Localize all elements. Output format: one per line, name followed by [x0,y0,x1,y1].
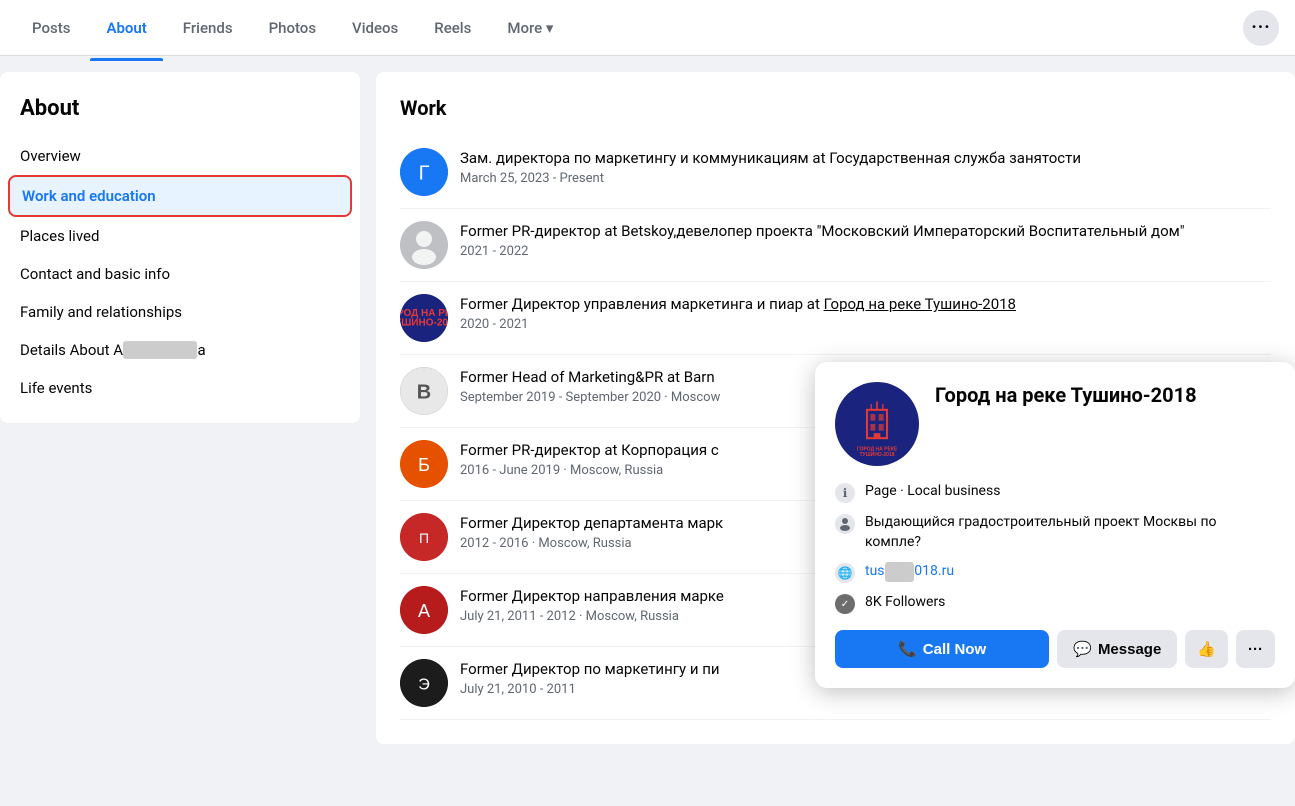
nav-more-options-button[interactable]: ··· [1243,10,1279,46]
work-avatar-7: А [400,586,448,634]
popup-org-info: Город на реке Тушино-2018 [935,382,1197,408]
nav-item-more[interactable]: More ▾ [491,11,569,45]
work-avatar-8: Э [400,659,448,707]
work-info-3: Former Директор управления маркетинга и … [460,294,1271,332]
work-avatar-4: B [400,367,448,415]
svg-text:Г: Г [419,163,430,185]
popup-description-text: Выдающийся градостроительный проект Моск… [865,513,1275,552]
popup-org-name: Город на реке Тушино-2018 [935,382,1197,408]
work-avatar-1: Г [400,148,448,196]
svg-text:B: B [417,382,431,404]
person-icon [835,514,855,534]
popup-org-logo: ГОРОД НА РЕКЕ ТУШИНО-2018 [835,382,919,466]
sidebar-item-life-events[interactable]: Life events [8,369,352,407]
svg-text:Э: Э [418,677,430,694]
check-icon: ✓ [835,594,855,614]
work-section-title: Work [400,96,1271,120]
popup-type-text: Page · Local business [865,482,1000,502]
popup-website-detail: 🌐 tus███018.ru [835,562,1275,583]
globe-icon: 🌐 [835,563,855,583]
ellipsis-icon: ··· [1248,641,1263,658]
message-button[interactable]: 💬 Message [1057,630,1177,668]
popup-website-text: tus███018.ru [865,562,954,582]
work-info-1: Зам. директора по маркетингу и коммуника… [460,148,1271,186]
more-actions-button[interactable]: ··· [1236,630,1275,668]
nav-item-friends[interactable]: Friends [167,11,249,45]
info-icon: ℹ [835,483,855,503]
work-info-2: Former PR-директор at Betskoy,девелопер … [460,221,1271,259]
svg-text:А: А [418,601,430,621]
popup-followers-detail: ✓ 8K Followers [835,593,1275,614]
work-avatar-2 [400,221,448,269]
popup-followers-text: 8K Followers [865,593,945,613]
work-date-2: 2021 - 2022 [460,244,1271,259]
nav-item-videos[interactable]: Videos [336,11,414,45]
sidebar-title: About [8,88,352,129]
work-org-link-3[interactable]: Город на реке Тушино-2018 [824,295,1016,313]
svg-text:П: П [419,530,429,546]
sidebar: About Overview Work and education Places… [0,72,360,423]
like-button[interactable]: 👍 [1185,630,1228,668]
sidebar-item-contact-info[interactable]: Contact and basic info [8,255,352,293]
work-entry-3: ГОРОД НА РЕКЕ ТУШИНО-2018 Former Директо… [400,282,1271,355]
popup-header: ГОРОД НА РЕКЕ ТУШИНО-2018 Город на реке … [835,382,1275,466]
svg-text:Б: Б [418,455,430,475]
svg-text:ТУШИНО-2018: ТУШИНО-2018 [859,452,894,458]
sidebar-item-places-lived[interactable]: Places lived [8,217,352,255]
phone-icon: 📞 [898,640,917,658]
work-title-3: Former Директор управления маркетинга и … [460,294,1271,315]
nav-item-posts[interactable]: Posts [16,11,86,45]
nav-item-about[interactable]: About [90,11,162,45]
work-avatar-5: Б [400,440,448,488]
work-title-1: Зам. директора по маркетингу и коммуника… [460,148,1271,169]
work-avatar-6: П [400,513,448,561]
main-layout: About Overview Work and education Places… [0,56,1295,744]
call-now-button[interactable]: 📞 Call Now [835,630,1049,668]
org-popup-card: ГОРОД НА РЕКЕ ТУШИНО-2018 Город на реке … [815,362,1295,688]
svg-text:ТУШИНО-2018: ТУШИНО-2018 [400,317,448,328]
popup-website-link[interactable]: tus███018.ru [865,563,954,579]
work-avatar-3: ГОРОД НА РЕКЕ ТУШИНО-2018 [400,294,448,342]
work-date-3: 2020 - 2021 [460,317,1271,332]
sidebar-item-work-education[interactable]: Work and education [8,175,352,217]
sidebar-item-overview[interactable]: Overview [8,137,352,175]
sidebar-item-details-about[interactable]: Details About A███████a [8,331,352,369]
work-entry-2: Former PR-директор at Betskoy,девелопер … [400,209,1271,282]
work-title-2: Former PR-директор at Betskoy,девелопер … [460,221,1271,242]
popup-actions: 📞 Call Now 💬 Message 👍 ··· [835,630,1275,668]
nav-item-reels[interactable]: Reels [418,11,487,45]
popup-type-detail: ℹ Page · Local business [835,482,1275,503]
content-area: Work Г Зам. директора по маркетингу и ко… [376,72,1295,744]
popup-description-detail: Выдающийся градостроительный проект Моск… [835,513,1275,552]
messenger-icon: 💬 [1073,640,1092,658]
nav-items-list: Posts About Friends Photos Videos Reels … [16,11,1243,45]
sidebar-item-family-relationships[interactable]: Family and relationships [8,293,352,331]
top-navigation: Posts About Friends Photos Videos Reels … [0,0,1295,56]
work-date-1: March 25, 2023 - Present [460,171,1271,186]
thumbs-up-icon: 👍 [1197,640,1216,658]
nav-item-photos[interactable]: Photos [253,11,332,45]
work-entry-1: Г Зам. директора по маркетингу и коммуни… [400,136,1271,209]
